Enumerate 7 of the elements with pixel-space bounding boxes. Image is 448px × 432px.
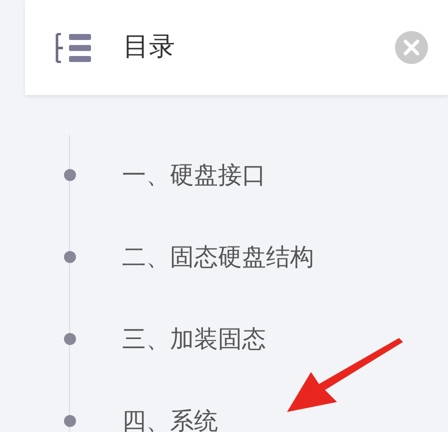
table-of-contents-icon	[53, 32, 91, 62]
panel-title: 目录	[123, 31, 175, 64]
toc-item[interactable]: 三、加装固态	[122, 321, 266, 357]
toc-item[interactable]: 一、硬盘接口	[122, 157, 266, 193]
toc-item[interactable]: 二、固态硬盘结构	[122, 239, 314, 275]
toc-item[interactable]: 四、系统	[122, 403, 218, 432]
close-icon[interactable]	[395, 31, 428, 64]
